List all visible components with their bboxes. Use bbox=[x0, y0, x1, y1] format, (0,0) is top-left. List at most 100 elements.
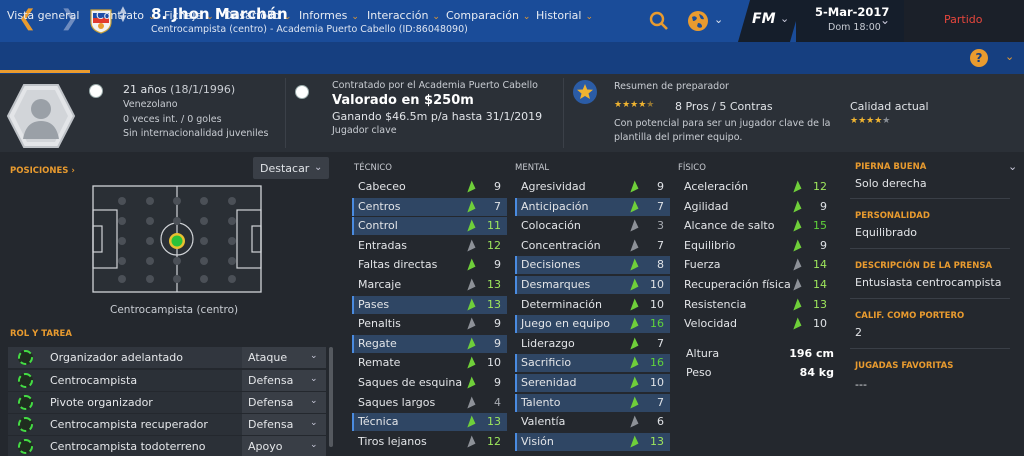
attribute-row[interactable]: Agilidad 9 bbox=[678, 198, 833, 216]
search-icon[interactable] bbox=[647, 9, 671, 33]
attribute-name: Marcaje bbox=[358, 278, 402, 291]
attribute-trend-icon bbox=[789, 298, 802, 311]
role-row[interactable]: Centrocampista todoterreno Apoyo ⌄ bbox=[8, 436, 326, 456]
match-button-label: Partido bbox=[944, 13, 983, 26]
contract-club[interactable]: Contratado por el Academia Puerto Cabell… bbox=[332, 80, 538, 91]
attribute-trend-icon bbox=[789, 219, 802, 232]
attribute-row[interactable]: Sacrificio 16 bbox=[515, 354, 670, 373]
attribute-row[interactable]: Anticipación 7 bbox=[515, 197, 670, 216]
menu-interaccion[interactable]: Interacción ⌄ bbox=[367, 9, 440, 22]
attribute-row[interactable]: Control 11 bbox=[352, 217, 507, 236]
duty-dropdown[interactable]: Apoyo ⌄ bbox=[242, 436, 326, 456]
attribute-row[interactable]: Faltas directas 9 bbox=[352, 256, 507, 274]
attribute-row[interactable]: Juego en equipo 16 bbox=[515, 315, 670, 334]
scout-report-icon[interactable] bbox=[573, 80, 597, 104]
attribute-row[interactable]: Marcaje 13 bbox=[352, 276, 507, 294]
duty-dropdown[interactable]: Ataque ⌄ bbox=[242, 347, 326, 368]
duty-dropdown[interactable]: Defensa ⌄ bbox=[242, 414, 326, 435]
help-button[interactable]: ? bbox=[970, 49, 988, 67]
attribute-name: Agilidad bbox=[684, 199, 729, 213]
nationality-flag-icon[interactable] bbox=[89, 84, 103, 98]
attribute-row[interactable]: Recuperación física 14 bbox=[678, 276, 833, 294]
roles-header: ROL Y TAREA bbox=[10, 329, 72, 339]
attribute-value: 6 bbox=[657, 415, 664, 429]
attribute-row[interactable]: Velocidad 10 bbox=[678, 315, 833, 333]
attribute-row[interactable]: Fuerza 14 bbox=[678, 256, 833, 274]
divider bbox=[563, 78, 564, 148]
menu-fichaje[interactable]: Fichaje ⌄ bbox=[164, 9, 214, 22]
role-row[interactable]: Centrocampista Defensa ⌄ bbox=[8, 370, 326, 391]
world-menu-button[interactable]: ⌄ bbox=[686, 9, 726, 33]
attribute-trend-icon bbox=[463, 180, 476, 193]
attribute-row[interactable]: Valentía 6 bbox=[515, 413, 670, 431]
attribute-trend-icon bbox=[626, 435, 639, 448]
nationality[interactable]: Venezolano bbox=[123, 99, 178, 110]
attribute-row[interactable]: Regate 9 bbox=[352, 334, 507, 353]
menu-informes[interactable]: Informes ⌄ bbox=[299, 9, 359, 22]
role-row[interactable]: Organizador adelantado Ataque ⌄ bbox=[8, 347, 326, 368]
menu-contrato[interactable]: Contrato ⌄ bbox=[96, 9, 156, 22]
chevron-down-icon[interactable]: ⌄ bbox=[780, 12, 789, 25]
chevron-down-icon[interactable]: ⌄ bbox=[880, 13, 890, 27]
attribute-row[interactable]: Aceleración 12 bbox=[678, 178, 833, 196]
attribute-name: Determinación bbox=[521, 297, 602, 311]
attribute-name: Alcance de salto bbox=[684, 219, 775, 233]
role-suitability-icon bbox=[18, 350, 33, 365]
role-row[interactable]: Pivote organizador Defensa ⌄ bbox=[8, 392, 326, 413]
attribute-name: Saques largos bbox=[358, 395, 436, 409]
attribute-value: 4 bbox=[494, 395, 501, 409]
attribute-row[interactable]: Liderazgo 7 bbox=[515, 335, 670, 353]
menu-comparacion[interactable]: Comparación ⌄ bbox=[446, 9, 530, 22]
attribute-row[interactable]: Resistencia 13 bbox=[678, 296, 833, 314]
duty-dropdown[interactable]: Defensa ⌄ bbox=[242, 370, 326, 391]
role-row[interactable]: Centrocampista recuperador Defensa ⌄ bbox=[8, 414, 326, 435]
attribute-row[interactable]: Colocación 3 bbox=[515, 217, 670, 235]
role-suitability-icon bbox=[18, 417, 33, 432]
chevron-down-icon[interactable]: ⌄ bbox=[1008, 160, 1017, 173]
attribute-row[interactable]: Determinación 10 bbox=[515, 296, 670, 314]
attribute-row[interactable]: Equilibrio 9 bbox=[678, 237, 833, 255]
scout-report-title[interactable]: Resumen de preparador bbox=[614, 81, 729, 92]
roles-scrollbar[interactable] bbox=[329, 347, 333, 447]
attribute-trend-icon bbox=[789, 317, 802, 330]
attribute-trend-icon bbox=[626, 376, 639, 389]
attribute-row[interactable]: Pases 13 bbox=[352, 295, 507, 314]
attribute-trend-icon bbox=[626, 337, 639, 350]
attribute-row[interactable]: Centros 7 bbox=[352, 197, 507, 216]
attribute-name: Recuperación física bbox=[684, 278, 791, 291]
attribute-value: 10 bbox=[487, 356, 501, 370]
chevron-down-icon: ⌄ bbox=[310, 374, 318, 384]
menu-vista-general[interactable]: Vista general bbox=[7, 9, 79, 22]
attribute-row[interactable]: Penaltis 9 bbox=[352, 315, 507, 333]
player-photo[interactable] bbox=[6, 83, 76, 149]
chevron-down-icon: ⌄ bbox=[310, 351, 318, 361]
attribute-row[interactable]: Saques largos 4 bbox=[352, 394, 507, 412]
attribute-row[interactable]: Agresividad 9 bbox=[515, 178, 670, 196]
attribute-value: 16 bbox=[650, 356, 664, 370]
club-crest-icon[interactable] bbox=[295, 85, 309, 99]
attribute-row[interactable]: Desmarques 10 bbox=[515, 276, 670, 294]
menu-historial[interactable]: Historial ⌄ bbox=[536, 9, 593, 22]
attribute-row[interactable]: Tiros lejanos 12 bbox=[352, 433, 507, 451]
attribute-value: 7 bbox=[657, 238, 664, 252]
positions-header[interactable]: POSICIONES › bbox=[10, 166, 75, 176]
attribute-row[interactable]: Decisiones 8 bbox=[515, 256, 670, 275]
attribute-row[interactable]: Visión 13 bbox=[515, 432, 670, 451]
attribute-row[interactable]: Saques de esquina 9 bbox=[352, 374, 507, 392]
attribute-row[interactable]: Serenidad 10 bbox=[515, 374, 670, 392]
fm-logo[interactable]: FM bbox=[752, 11, 776, 27]
attribute-name: Regate bbox=[358, 336, 397, 350]
menu-desarrollo[interactable]: Desarrollo ⌄ bbox=[224, 9, 291, 22]
chevron-down-icon[interactable]: ⌄ bbox=[1005, 50, 1014, 63]
attribute-row[interactable]: Técnica 13 bbox=[352, 413, 507, 432]
attribute-row[interactable]: Concentración 7 bbox=[515, 237, 670, 255]
page-subtitle[interactable]: Centrocampista (centro) - Academia Puert… bbox=[151, 24, 468, 35]
attribute-row[interactable]: Alcance de salto 15 bbox=[678, 217, 833, 235]
duty-dropdown[interactable]: Defensa ⌄ bbox=[242, 392, 326, 413]
attribute-row[interactable]: Talento 7 bbox=[515, 393, 670, 412]
attribute-trend-icon bbox=[626, 239, 639, 252]
attribute-row[interactable]: Remate 10 bbox=[352, 354, 507, 372]
role-suitability-icon bbox=[18, 395, 33, 410]
attribute-row[interactable]: Entradas 12 bbox=[352, 237, 507, 255]
attribute-row[interactable]: Cabeceo 9 bbox=[352, 178, 507, 196]
